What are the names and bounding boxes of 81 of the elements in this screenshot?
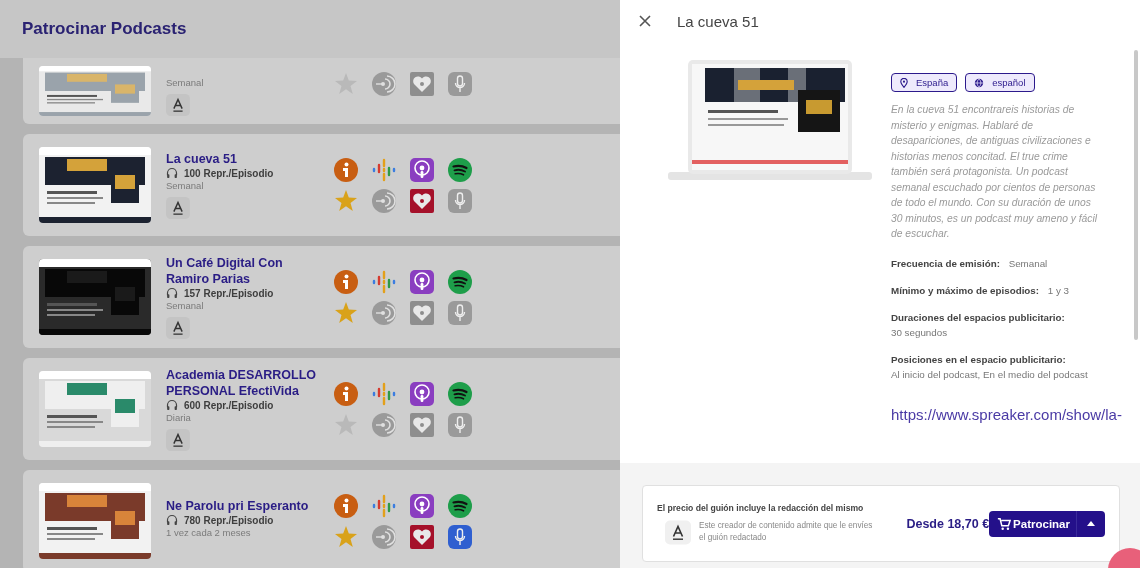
microphone-icon[interactable] (448, 300, 472, 325)
plays-count: 157 Repr./Episodio (184, 287, 274, 299)
headphones-icon (166, 399, 178, 411)
detail-label: Posiciones en el espacio publicitario: (891, 352, 1067, 367)
info-icon[interactable] (334, 381, 358, 406)
close-icon (639, 15, 651, 27)
dropdown-button[interactable] (1076, 510, 1105, 537)
waves-icon[interactable] (448, 381, 472, 406)
sponsor-button[interactable]: Patrocinar (989, 510, 1076, 537)
waves-icon[interactable] (448, 269, 472, 294)
microphone-icon[interactable] (448, 72, 472, 96)
signal-icon[interactable] (372, 524, 396, 549)
podcast-card[interactable]: La cueva 51 100 Repr./Episodio Semanal (23, 134, 620, 236)
plays-count: 600 Repr./Episodio (184, 399, 274, 411)
headphones-icon (166, 514, 178, 526)
tag-label: España (916, 77, 949, 88)
scrollbar-thumb[interactable] (1134, 50, 1138, 340)
frequency-text: Semanal (166, 300, 204, 311)
page-title: Patrocinar Podcasts (22, 19, 187, 39)
microphone-icon[interactable] (448, 188, 472, 213)
detail-value: Semanal (1008, 257, 1048, 269)
colored-bars-icon[interactable] (372, 157, 396, 182)
colored-bars-icon[interactable] (372, 269, 396, 294)
podcast-title[interactable]: Un Café Digital Con Ramiro Parias (166, 255, 318, 287)
star-icon[interactable] (334, 524, 358, 549)
star-icon[interactable] (334, 188, 358, 213)
globe-icon (974, 77, 985, 88)
waves-icon[interactable] (448, 493, 472, 518)
antenna-icon[interactable] (410, 381, 434, 406)
headphones-icon (166, 287, 178, 299)
frequency-text: Semanal (166, 180, 204, 191)
frequency-text: Diaria (166, 412, 191, 423)
detail-label: Duraciones del espacios publicitario: (891, 310, 1066, 325)
detail-value: 30 segundos (891, 325, 949, 340)
antenna-icon[interactable] (410, 269, 434, 294)
star-icon[interactable] (334, 300, 358, 325)
script-icon (166, 197, 190, 219)
detail-label: Mínimo y máximo de episodios: (891, 284, 1040, 296)
footer-note: Este creador de contenido admite que le envíes el guión redactado (699, 520, 874, 544)
script-icon (166, 429, 190, 451)
signal-icon[interactable] (372, 412, 396, 437)
podcast-card[interactable]: Academia DESARROLLO PERSONAL EfectiVida 600 Repr./Episodio Diaria (23, 358, 620, 460)
detail-value: Al inicio del podcast, En el medio del podcast (891, 367, 1089, 382)
script-icon (166, 94, 190, 116)
description-text: En la cueva 51 encontrareis historias de misterio y enigmas. Hablaré de desapariciones, de antiguas civilizaciones e historias menos concitad. El true crime también será protagonista. Un podcast semanal escuchado por cientos de personas de todo el mundo. Con su duración de unos 30 minutos, es un podcast muy ameno y fácil de escuchar. (891, 103, 1099, 241)
podcast-card[interactable]: Ne Parolu pri Esperanto 780 Repr./Episodio 1 vez cada 2 meses (23, 470, 620, 568)
podcast-title[interactable]: Ne Parolu pri Esperanto (166, 498, 309, 514)
podcast-title[interactable]: La cueva 51 (166, 151, 237, 167)
frequency-text: 1 vez cada 2 meses (166, 527, 251, 538)
plays-count: 100 Repr./Episodio (184, 167, 274, 179)
location-pin-icon (900, 77, 908, 88)
detail-value: 1 y 3 (1047, 284, 1070, 296)
microphone-icon[interactable] (448, 412, 472, 437)
detail-label: Frecuencia de emisión: (891, 257, 1000, 269)
signal-icon[interactable] (372, 300, 396, 325)
info-icon[interactable] (334, 493, 358, 518)
podcast-link[interactable]: https://www.spreaker.com/show/la- (891, 405, 1122, 424)
caret-icon (1087, 521, 1095, 526)
podcast-title[interactable]: Academia DESARROLLO PERSONAL EfectiVida (166, 367, 318, 399)
script-icon (665, 519, 691, 545)
tag-label: español (992, 77, 1026, 88)
footer-heading: El precio del guión incluye la redacción del mismo (657, 502, 865, 513)
price-text: Desde 18,70 € (906, 516, 990, 531)
info-icon[interactable] (334, 269, 358, 294)
close-button[interactable] (637, 13, 653, 29)
colored-bars-icon[interactable] (372, 381, 396, 406)
headphones-icon (166, 167, 178, 179)
signal-icon[interactable] (372, 188, 396, 213)
panel-title: La cueva 51 (677, 12, 759, 30)
microphone-icon[interactable] (448, 524, 472, 549)
plays-count: 780 Repr./Episodio (184, 514, 274, 526)
antenna-icon[interactable] (410, 493, 434, 518)
frequency-text: Semanal (166, 77, 204, 88)
script-icon (166, 317, 190, 339)
podcast-card[interactable]: Un Café Digital Con Ramiro Parias 157 Repr./Episodio Semanal (23, 246, 620, 348)
cart-icon (997, 516, 1012, 531)
waves-icon[interactable] (448, 157, 472, 182)
signal-icon[interactable] (372, 72, 396, 96)
antenna-icon[interactable] (410, 157, 434, 182)
info-icon[interactable] (334, 157, 358, 182)
colored-bars-icon[interactable] (372, 493, 396, 518)
